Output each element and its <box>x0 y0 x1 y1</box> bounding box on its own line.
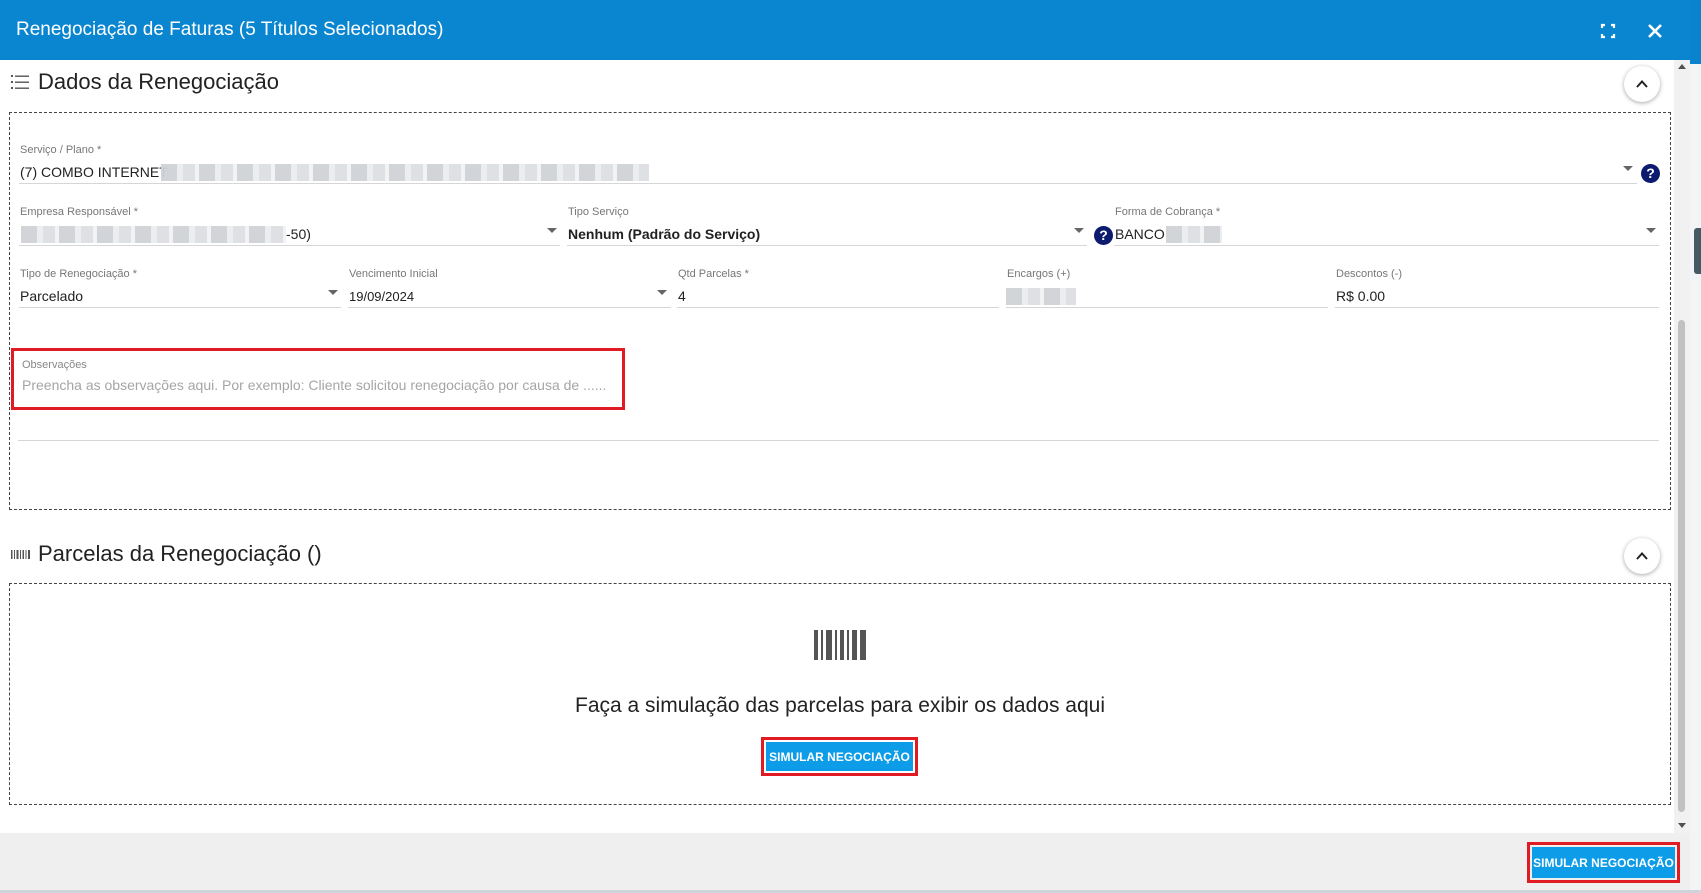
help-icon[interactable]: ? <box>1641 164 1660 183</box>
chevron-down-icon[interactable] <box>1074 228 1084 233</box>
chevron-down-icon[interactable] <box>547 228 557 233</box>
modal-title: Renegociação de Faturas (5 Títulos Selec… <box>16 19 444 40</box>
modal-footer: SIMULAR NEGOCIAÇÃO <box>0 833 1690 890</box>
parcelas-section-header: Parcelas da Renegociação () <box>0 532 1674 576</box>
dados-section-title: Dados da Renegociação <box>38 69 279 94</box>
descontos-value: R$ 0.00 <box>1336 288 1386 304</box>
background-header <box>1690 0 1701 64</box>
vencimento-inicial-select[interactable]: Vencimento Inicial 19/09/2024 <box>348 268 671 308</box>
chevron-down-icon[interactable] <box>1646 228 1656 233</box>
fullscreen-icon[interactable] <box>1593 16 1623 46</box>
tipo-servico-label: Tipo Serviço <box>568 206 629 218</box>
observacoes-input[interactable] <box>22 377 618 393</box>
footer-simulate-negotiation-button[interactable]: SIMULAR NEGOCIAÇÃO <box>1532 847 1675 878</box>
forma-cobranca-select[interactable]: Forma de Cobrança * BANCO <box>1114 206 1659 246</box>
dados-collapse-button[interactable] <box>1624 66 1660 102</box>
parcelas-section-title: Parcelas da Renegociação () <box>38 541 322 566</box>
barcode-icon <box>814 630 866 660</box>
parcelas-collapse-button[interactable] <box>1624 538 1660 574</box>
scroll-up-icon[interactable] <box>1678 64 1686 69</box>
tipo-renegociacao-value: Parcelado <box>20 288 84 304</box>
empresa-responsavel-select[interactable]: Empresa Responsável * -50) <box>19 206 560 246</box>
chevron-up-icon <box>1636 552 1648 560</box>
servico-plano-label: Serviço / Plano * <box>20 144 102 156</box>
tipo-renegociacao-label: Tipo de Renegociação * <box>20 268 138 280</box>
redacted-text <box>1166 226 1222 243</box>
servico-plano-value: (7) COMBO INTERNET <box>20 164 168 180</box>
scroll-thumb[interactable] <box>1678 320 1685 812</box>
scroll-down-icon[interactable] <box>1678 823 1686 828</box>
redacted-text <box>21 226 286 243</box>
observacoes-underline <box>18 440 1659 441</box>
close-icon[interactable] <box>1640 16 1670 46</box>
redacted-text <box>1006 288 1076 305</box>
modal-scrollbar[interactable] <box>1674 60 1690 833</box>
tipo-servico-select[interactable]: Tipo Serviço Nenhum (Padrão do Serviço) <box>567 206 1087 246</box>
simulate-negotiation-button[interactable]: SIMULAR NEGOCIAÇÃO <box>766 742 913 771</box>
barcode-icon <box>11 545 31 563</box>
background-page <box>1690 0 1701 893</box>
chevron-up-icon <box>1636 80 1648 88</box>
list-icon <box>11 73 31 91</box>
vencimento-inicial-label: Vencimento Inicial <box>349 268 438 280</box>
observacoes-field[interactable]: Observações <box>11 348 625 410</box>
empresa-responsavel-label: Empresa Responsável * <box>20 206 139 218</box>
forma-cobranca-value: BANCO <box>1115 226 1165 242</box>
parcelas-empty-text: Faça a simulação das parcelas para exibi… <box>575 694 1105 717</box>
background-tab <box>1694 228 1701 274</box>
tipo-servico-value: Nenhum (Padrão do Serviço) <box>568 226 761 242</box>
observacoes-label: Observações <box>22 359 87 371</box>
renegotiation-modal: Renegociação de Faturas (5 Títulos Selec… <box>0 0 1690 890</box>
descontos-input[interactable]: Descontos (-) R$ 0.00 <box>1335 268 1659 308</box>
footer-simulate-button-highlight: SIMULAR NEGOCIAÇÃO <box>1527 842 1680 883</box>
servico-plano-select[interactable]: Serviço / Plano * (7) COMBO INTERNET <box>19 144 1637 184</box>
qtd-parcelas-label: Qtd Parcelas * <box>678 268 749 280</box>
redacted-text <box>161 164 649 181</box>
simulate-button-highlight: SIMULAR NEGOCIAÇÃO <box>761 737 918 776</box>
chevron-down-icon[interactable] <box>328 290 338 295</box>
encargos-label: Encargos (+) <box>1007 268 1071 280</box>
tipo-renegociacao-select[interactable]: Tipo de Renegociação * Parcelado <box>19 268 341 308</box>
descontos-label: Descontos (-) <box>1336 268 1403 280</box>
chevron-down-icon[interactable] <box>657 290 667 295</box>
chevron-down-icon[interactable] <box>1623 166 1633 171</box>
empresa-responsavel-value: -50) <box>286 226 311 242</box>
qtd-parcelas-input[interactable]: Qtd Parcelas * 4 <box>677 268 999 308</box>
dados-section-header: Dados da Renegociação <box>0 60 1674 104</box>
encargos-input[interactable]: Encargos (+) <box>1006 268 1328 308</box>
qtd-parcelas-value: 4 <box>678 288 686 304</box>
modal-header: Renegociação de Faturas (5 Títulos Selec… <box>0 0 1690 60</box>
forma-cobranca-label: Forma de Cobrança * <box>1115 206 1221 218</box>
vencimento-inicial-value: 19/09/2024 <box>349 289 415 304</box>
help-icon[interactable]: ? <box>1094 226 1113 245</box>
